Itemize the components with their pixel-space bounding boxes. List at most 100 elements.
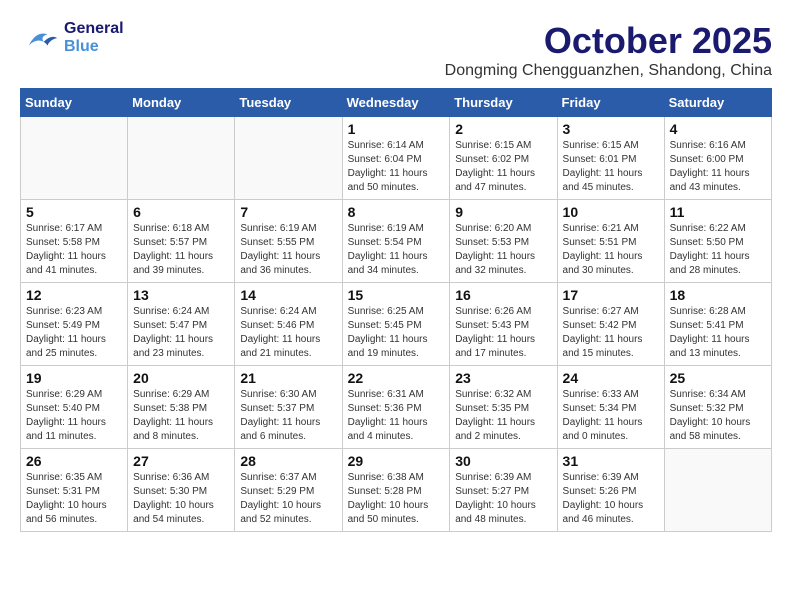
day-info: Sunrise: 6:21 AM Sunset: 5:51 PM Dayligh…: [563, 222, 659, 278]
day-number: 31: [563, 453, 659, 469]
calendar-cell: 14 Sunrise: 6:24 AM Sunset: 5:46 PM Dayli…: [235, 283, 342, 366]
day-number: 10: [563, 204, 659, 220]
day-number: 24: [563, 370, 659, 386]
day-number: 20: [133, 370, 229, 386]
day-info: Sunrise: 6:15 AM Sunset: 6:01 PM Dayligh…: [563, 139, 659, 195]
day-info: Sunrise: 6:34 AM Sunset: 5:32 PM Dayligh…: [670, 388, 766, 444]
calendar-header-row: SundayMondayTuesdayWednesdayThursdayFrid…: [21, 89, 772, 117]
calendar-cell: [21, 117, 128, 200]
day-info: Sunrise: 6:29 AM Sunset: 5:38 PM Dayligh…: [133, 388, 229, 444]
day-number: 15: [348, 287, 445, 303]
day-info: Sunrise: 6:29 AM Sunset: 5:40 PM Dayligh…: [26, 388, 122, 444]
calendar-cell: 19 Sunrise: 6:29 AM Sunset: 5:40 PM Dayli…: [21, 366, 128, 449]
calendar-cell: 17 Sunrise: 6:27 AM Sunset: 5:42 PM Dayli…: [557, 283, 664, 366]
page-header: General Blue October 2025 Dongming Cheng…: [20, 20, 772, 80]
day-number: 25: [670, 370, 766, 386]
calendar-table: SundayMondayTuesdayWednesdayThursdayFrid…: [20, 88, 772, 532]
calendar-cell: 28 Sunrise: 6:37 AM Sunset: 5:29 PM Dayli…: [235, 449, 342, 532]
weekday-header: Friday: [557, 89, 664, 117]
day-info: Sunrise: 6:14 AM Sunset: 6:04 PM Dayligh…: [348, 139, 445, 195]
day-info: Sunrise: 6:27 AM Sunset: 5:42 PM Dayligh…: [563, 305, 659, 361]
day-info: Sunrise: 6:39 AM Sunset: 5:26 PM Dayligh…: [563, 471, 659, 527]
day-number: 1: [348, 121, 445, 137]
calendar-cell: 10 Sunrise: 6:21 AM Sunset: 5:51 PM Dayli…: [557, 200, 664, 283]
logo-text: General Blue: [64, 20, 124, 55]
calendar-cell: 9 Sunrise: 6:20 AM Sunset: 5:53 PM Daylig…: [450, 200, 557, 283]
day-number: 13: [133, 287, 229, 303]
day-info: Sunrise: 6:37 AM Sunset: 5:29 PM Dayligh…: [240, 471, 336, 527]
calendar-cell: 30Sunrise: 6:39 AM Sunset: 5:27 PM Dayli…: [450, 449, 557, 532]
day-info: Sunrise: 6:20 AM Sunset: 5:53 PM Dayligh…: [455, 222, 551, 278]
day-number: 23: [455, 370, 551, 386]
logo-general-text: General: [64, 20, 124, 38]
day-number: 12: [26, 287, 122, 303]
day-number: 9: [455, 204, 551, 220]
calendar-cell: 7 Sunrise: 6:19 AM Sunset: 5:55 PM Daylig…: [235, 200, 342, 283]
day-number: 19: [26, 370, 122, 386]
day-number: 29: [348, 453, 445, 469]
day-number: 8: [348, 204, 445, 220]
calendar-cell: 23 Sunrise: 6:32 AM Sunset: 5:35 PM Dayli…: [450, 366, 557, 449]
day-info: Sunrise: 6:25 AM Sunset: 5:45 PM Dayligh…: [348, 305, 445, 361]
calendar-cell: 27 Sunrise: 6:36 AM Sunset: 5:30 PM Dayli…: [128, 449, 235, 532]
calendar-cell: 1 Sunrise: 6:14 AM Sunset: 6:04 PM Daylig…: [342, 117, 450, 200]
day-number: 5: [26, 204, 122, 220]
calendar-cell: 12Sunrise: 6:23 AM Sunset: 5:49 PM Dayli…: [21, 283, 128, 366]
day-info: Sunrise: 6:24 AM Sunset: 5:46 PM Dayligh…: [240, 305, 336, 361]
calendar-week-row: 5 Sunrise: 6:17 AM Sunset: 5:58 PM Daylig…: [21, 200, 772, 283]
title-section: October 2025 Dongming Chengguanzhen, Sha…: [445, 20, 772, 80]
calendar-week-row: 19 Sunrise: 6:29 AM Sunset: 5:40 PM Dayli…: [21, 366, 772, 449]
calendar-cell: [235, 117, 342, 200]
calendar-cell: 11Sunrise: 6:22 AM Sunset: 5:50 PM Dayli…: [664, 200, 771, 283]
day-info: Sunrise: 6:39 AM Sunset: 5:27 PM Dayligh…: [455, 471, 551, 527]
calendar-cell: 5 Sunrise: 6:17 AM Sunset: 5:58 PM Daylig…: [21, 200, 128, 283]
calendar-cell: 29 Sunrise: 6:38 AM Sunset: 5:28 PM Dayli…: [342, 449, 450, 532]
weekday-header: Wednesday: [342, 89, 450, 117]
day-number: 21: [240, 370, 336, 386]
day-info: Sunrise: 6:26 AM Sunset: 5:43 PM Dayligh…: [455, 305, 551, 361]
calendar-week-row: 26Sunrise: 6:35 AM Sunset: 5:31 PM Dayli…: [21, 449, 772, 532]
day-number: 6: [133, 204, 229, 220]
calendar-cell: 2Sunrise: 6:15 AM Sunset: 6:02 PM Daylig…: [450, 117, 557, 200]
weekday-header: Tuesday: [235, 89, 342, 117]
day-number: 16: [455, 287, 551, 303]
day-number: 14: [240, 287, 336, 303]
day-number: 11: [670, 204, 766, 220]
calendar-cell: 26Sunrise: 6:35 AM Sunset: 5:31 PM Dayli…: [21, 449, 128, 532]
day-info: Sunrise: 6:35 AM Sunset: 5:31 PM Dayligh…: [26, 471, 122, 527]
calendar-cell: 6 Sunrise: 6:18 AM Sunset: 5:57 PM Daylig…: [128, 200, 235, 283]
day-number: 18: [670, 287, 766, 303]
day-info: Sunrise: 6:15 AM Sunset: 6:02 PM Dayligh…: [455, 139, 551, 195]
day-number: 28: [240, 453, 336, 469]
weekday-header: Sunday: [21, 89, 128, 117]
calendar-cell: 24Sunrise: 6:33 AM Sunset: 5:34 PM Dayli…: [557, 366, 664, 449]
day-number: 3: [563, 121, 659, 137]
day-info: Sunrise: 6:36 AM Sunset: 5:30 PM Dayligh…: [133, 471, 229, 527]
calendar-week-row: 12Sunrise: 6:23 AM Sunset: 5:49 PM Dayli…: [21, 283, 772, 366]
day-info: Sunrise: 6:32 AM Sunset: 5:35 PM Dayligh…: [455, 388, 551, 444]
calendar-week-row: 1 Sunrise: 6:14 AM Sunset: 6:04 PM Daylig…: [21, 117, 772, 200]
calendar-cell: 25 Sunrise: 6:34 AM Sunset: 5:32 PM Dayli…: [664, 366, 771, 449]
calendar-cell: 3 Sunrise: 6:15 AM Sunset: 6:01 PM Daylig…: [557, 117, 664, 200]
day-number: 27: [133, 453, 229, 469]
day-number: 7: [240, 204, 336, 220]
calendar-cell: [128, 117, 235, 200]
day-info: Sunrise: 6:18 AM Sunset: 5:57 PM Dayligh…: [133, 222, 229, 278]
day-number: 17: [563, 287, 659, 303]
calendar-cell: 4 Sunrise: 6:16 AM Sunset: 6:00 PM Daylig…: [664, 117, 771, 200]
day-info: Sunrise: 6:28 AM Sunset: 5:41 PM Dayligh…: [670, 305, 766, 361]
calendar-cell: 15 Sunrise: 6:25 AM Sunset: 5:45 PM Dayli…: [342, 283, 450, 366]
day-info: Sunrise: 6:19 AM Sunset: 5:55 PM Dayligh…: [240, 222, 336, 278]
calendar-cell: 22Sunrise: 6:31 AM Sunset: 5:36 PM Dayli…: [342, 366, 450, 449]
day-info: Sunrise: 6:17 AM Sunset: 5:58 PM Dayligh…: [26, 222, 122, 278]
day-info: Sunrise: 6:24 AM Sunset: 5:47 PM Dayligh…: [133, 305, 229, 361]
day-info: Sunrise: 6:38 AM Sunset: 5:28 PM Dayligh…: [348, 471, 445, 527]
calendar-cell: 13 Sunrise: 6:24 AM Sunset: 5:47 PM Dayli…: [128, 283, 235, 366]
calendar-cell: 21 Sunrise: 6:30 AM Sunset: 5:37 PM Dayli…: [235, 366, 342, 449]
day-number: 4: [670, 121, 766, 137]
day-info: Sunrise: 6:16 AM Sunset: 6:00 PM Dayligh…: [670, 139, 766, 195]
weekday-header: Monday: [128, 89, 235, 117]
calendar-cell: 16 Sunrise: 6:26 AM Sunset: 5:43 PM Dayli…: [450, 283, 557, 366]
day-info: Sunrise: 6:30 AM Sunset: 5:37 PM Dayligh…: [240, 388, 336, 444]
weekday-header: Saturday: [664, 89, 771, 117]
